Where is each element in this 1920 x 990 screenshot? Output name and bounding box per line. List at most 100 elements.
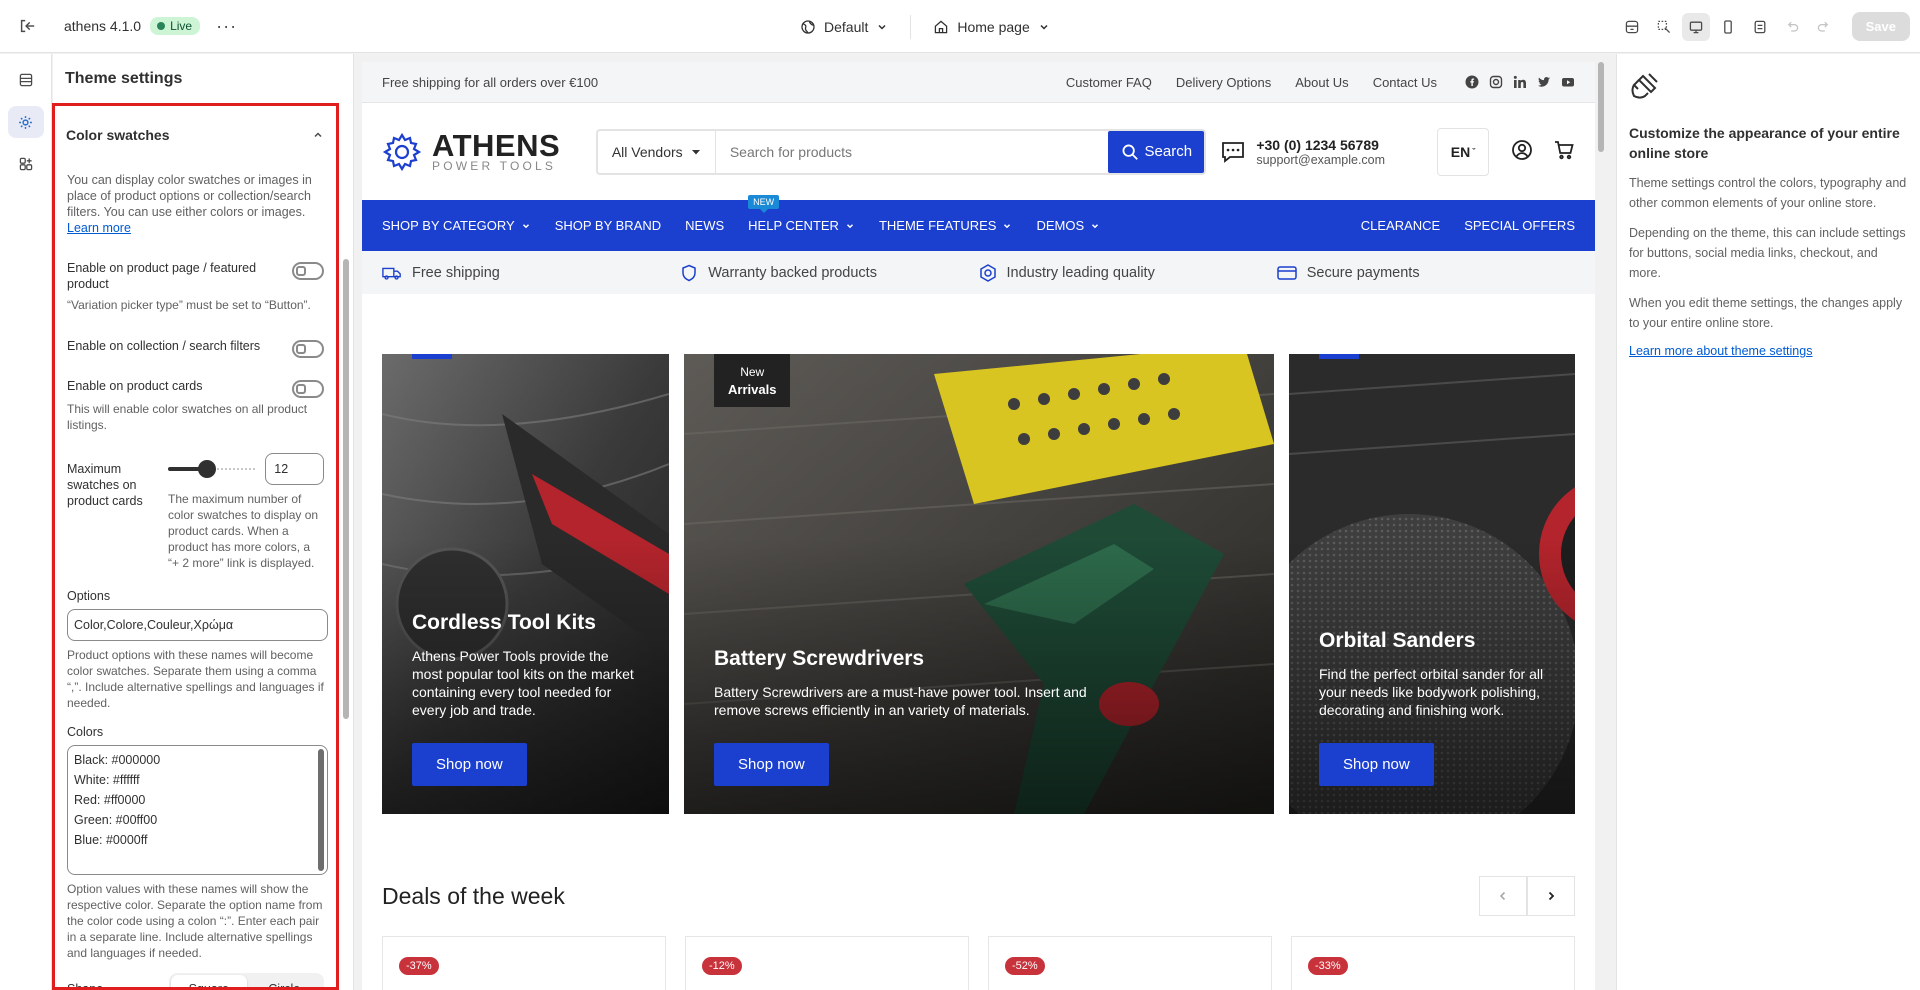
save-button[interactable]: Save: [1851, 12, 1910, 41]
info-paragraph: When you edit theme settings, the change…: [1629, 296, 1903, 330]
main-navigation: SHOP BY CATEGORY SHOP BY BRAND NEWS NEW H…: [362, 195, 1595, 251]
next-arrow-icon[interactable]: [1527, 876, 1575, 916]
globe-icon: [801, 19, 815, 34]
toggle-row-product-page: Enable on product page / featured produc…: [67, 260, 324, 292]
card-title: Battery Screwdrivers: [714, 647, 925, 670]
discount-badge: -52%: [1005, 957, 1045, 975]
logo-main-text: ATHENS: [432, 127, 561, 163]
youtube-icon[interactable]: [1561, 75, 1575, 89]
facebook-icon[interactable]: [1465, 75, 1479, 89]
search-button[interactable]: Search: [1108, 130, 1205, 173]
store-icon[interactable]: [1618, 13, 1646, 41]
more-actions-button[interactable]: ···: [216, 16, 237, 37]
card-text: Battery Screwdrivers are a must-have pow…: [714, 684, 1087, 718]
deal-card[interactable]: -37%: [382, 936, 666, 990]
max-swatches-slider[interactable]: [168, 460, 255, 478]
page-selector[interactable]: Home page: [923, 19, 1059, 35]
vendor-select[interactable]: All Vendors: [598, 130, 716, 173]
store-search: All Vendors Search for products Search: [595, 128, 1207, 175]
shape-segmented-control: Square Circle: [169, 973, 324, 987]
exit-icon[interactable]: [0, 0, 53, 53]
apps-icon[interactable]: [8, 148, 44, 180]
desktop-view-icon[interactable]: [1681, 12, 1710, 41]
store-header: ATHENS POWER TOOLS All Vendors Search fo…: [362, 103, 1595, 200]
nav-help-center[interactable]: NEW HELP CENTER: [748, 195, 855, 233]
store-preview: Free shipping for all orders over €100 C…: [362, 62, 1595, 990]
twitter-icon[interactable]: [1537, 75, 1551, 89]
nav-news[interactable]: NEWS: [685, 218, 724, 233]
chevron-down-icon: [1004, 223, 1011, 228]
nav-demos[interactable]: DEMOS: [1036, 218, 1100, 233]
options-help: Product options with these names will be…: [67, 648, 324, 710]
card-orbital-sanders[interactable]: Orbital Sanders Find the perfect orbital…: [1289, 354, 1575, 814]
shop-now-button[interactable]: Shop now: [714, 743, 829, 786]
linkedin-icon[interactable]: [1513, 75, 1527, 89]
preview-scrollbar[interactable]: [1598, 62, 1606, 932]
paint-brush-icon: [1631, 73, 1658, 99]
colors-help: Option values with these names will show…: [67, 882, 323, 960]
nav-theme-features[interactable]: THEME FEATURES: [879, 218, 1013, 233]
max-swatches-help: The maximum number of color swatches to …: [168, 492, 319, 570]
shape-row: Shape Square Circle: [67, 973, 324, 990]
theme-variant-selector[interactable]: Default: [790, 19, 898, 35]
section-header[interactable]: Color swatches: [55, 106, 336, 150]
store-logo[interactable]: ATHENS POWER TOOLS: [382, 127, 582, 172]
fullscreen-icon[interactable]: [1746, 13, 1774, 41]
shape-square-option[interactable]: Square: [171, 975, 247, 987]
panel-scrollbar[interactable]: [343, 259, 349, 719]
card-title: Cordless Tool Kits: [412, 611, 596, 634]
slider-handle[interactable]: [198, 460, 216, 478]
info-paragraph: Theme settings control the colors, typog…: [1629, 176, 1907, 210]
undo-icon[interactable]: [1778, 13, 1806, 41]
learn-more-theme-settings-link[interactable]: Learn more about theme settings: [1629, 344, 1812, 358]
collection-filters-toggle[interactable]: [292, 340, 324, 358]
learn-more-link[interactable]: Learn more: [67, 221, 131, 235]
link-delivery-options[interactable]: Delivery Options: [1176, 75, 1271, 90]
inspector-icon[interactable]: [1650, 13, 1678, 41]
account-icon[interactable]: [1511, 139, 1533, 164]
theme-settings-icon[interactable]: [7, 106, 44, 138]
shape-label: Shape: [67, 982, 104, 990]
phone-number[interactable]: +30 (0) 1234 56789: [1256, 137, 1385, 153]
collection-cards: Cordless Tool Kits Athens Power Tools pr…: [382, 354, 1575, 814]
nav-clearance[interactable]: CLEARANCE: [1361, 218, 1440, 233]
sections-icon[interactable]: [8, 64, 44, 96]
card-battery-screwdrivers[interactable]: New Arrivals Battery Screwdrivers Batter…: [684, 354, 1274, 814]
nav-shop-by-category[interactable]: SHOP BY CATEGORY: [382, 218, 531, 233]
shop-now-button[interactable]: Shop now: [1319, 743, 1434, 786]
prev-arrow-icon[interactable]: [1479, 876, 1527, 916]
chevron-down-icon: [522, 223, 529, 228]
nav-special-offers[interactable]: SPECIAL OFFERS: [1464, 218, 1575, 233]
deal-card[interactable]: -52%: [988, 936, 1272, 990]
link-customer-faq[interactable]: Customer FAQ: [1066, 75, 1152, 90]
toggle-help: This will enable color swatches on all p…: [67, 402, 308, 432]
language-selector[interactable]: EN ˇ: [1437, 127, 1489, 176]
shop-now-button[interactable]: Shop now: [412, 743, 527, 786]
max-swatches-label: Maximum swatches on product cards: [67, 462, 143, 508]
product-cards-toggle[interactable]: [292, 380, 324, 398]
link-contact-us[interactable]: Contact Us: [1373, 75, 1437, 90]
chevron-up-icon[interactable]: [312, 129, 324, 141]
max-swatches-row: Maximum swatches on product cards 12 The…: [67, 453, 324, 571]
deals-header: Deals of the week: [382, 876, 1575, 916]
announcement-bar: Free shipping for all orders over €100 C…: [362, 62, 1595, 103]
mobile-view-icon[interactable]: [1714, 13, 1742, 41]
deal-card[interactable]: -12%: [685, 936, 969, 990]
instagram-icon[interactable]: [1489, 75, 1503, 89]
shape-circle-option[interactable]: Circle: [247, 975, 323, 987]
options-input[interactable]: Color,Colore,Couleur,Χρώμα: [67, 609, 328, 641]
redo-icon[interactable]: [1810, 13, 1838, 41]
discount-badge: -37%: [399, 957, 439, 975]
product-page-toggle[interactable]: [292, 262, 324, 280]
cart-icon[interactable]: [1553, 139, 1575, 164]
nav-shop-by-brand[interactable]: SHOP BY BRAND: [555, 218, 661, 233]
colors-textarea[interactable]: Black: #000000 White: #ffffff Red: #ff00…: [67, 745, 328, 875]
support-email[interactable]: support@example.com: [1256, 153, 1385, 167]
truck-icon: [382, 267, 401, 280]
max-swatches-input[interactable]: 12: [265, 453, 324, 485]
search-input[interactable]: Search for products: [716, 144, 1108, 160]
card-cordless-tool-kits[interactable]: Cordless Tool Kits Athens Power Tools pr…: [382, 354, 669, 814]
link-about-us[interactable]: About Us: [1295, 75, 1348, 90]
deal-card[interactable]: -33%: [1291, 936, 1575, 990]
textarea-scrollbar[interactable]: [318, 749, 324, 871]
